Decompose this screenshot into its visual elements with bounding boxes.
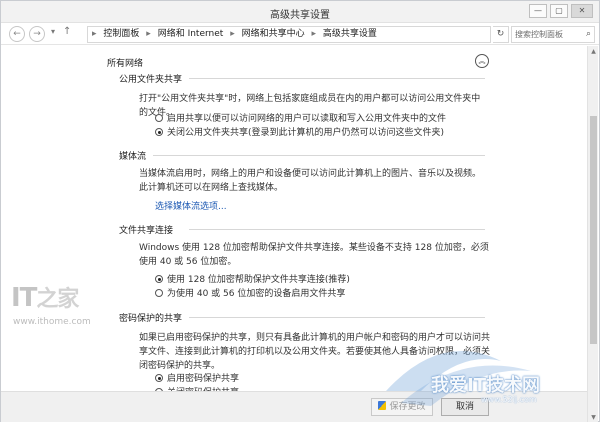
collapse-chevron-icon[interactable]: ︽: [475, 54, 489, 68]
scroll-up-icon[interactable]: ▲: [588, 48, 599, 55]
ithome-logo-home: 之家: [36, 287, 79, 312]
public-folder-off-option[interactable]: 关闭公用文件夹共享(登录到此计算机的用户仍然可以访问这些文件夹): [155, 125, 444, 138]
close-button[interactable]: ✕: [571, 4, 593, 18]
all-networks-heading: 所有网络: [107, 59, 144, 69]
password-heading: 密码保护的共享: [119, 314, 183, 324]
divider: [189, 78, 485, 79]
up-button[interactable]: ↑: [63, 26, 71, 37]
site-name: 我爱IT技术网: [431, 375, 540, 396]
public-folder-heading: 公用文件夹共享: [119, 75, 183, 85]
breadcrumb[interactable]: ▸ 控制面板 ▸ 网络和 Internet ▸ 网络和共享中心 ▸ 高级共享设置: [87, 26, 491, 43]
divider: [153, 155, 485, 156]
breadcrumb-separator: ▸: [146, 29, 151, 39]
divider: [189, 317, 485, 318]
minimize-button[interactable]: —: [529, 4, 547, 18]
radio-button[interactable]: [155, 114, 163, 122]
refresh-button[interactable]: ↻: [493, 26, 509, 43]
divider: [189, 229, 485, 230]
address-bar: ← → ▾ ↑ ▸ 控制面板 ▸ 网络和 Internet ▸ 网络和共享中心 …: [1, 23, 599, 45]
breadcrumb-separator: ▸: [230, 29, 235, 39]
media-heading: 媒体流: [119, 152, 147, 162]
media-options-link[interactable]: 选择媒体流选项...: [155, 199, 227, 212]
search-input[interactable]: 搜索控制面板 ⌕: [511, 26, 595, 43]
encryption-128-option[interactable]: 使用 128 位加密帮助保护文件共享连接(推荐): [155, 272, 350, 285]
public-folder-on-label: 启用共享以便可以访问网络的用户可以读取和写入公用文件夹中的文件: [167, 114, 447, 124]
breadcrumb-item-network-internet[interactable]: 网络和 Internet: [158, 29, 224, 39]
search-placeholder: 搜索控制面板: [515, 30, 563, 39]
breadcrumb-item-advanced-sharing[interactable]: 高级共享设置: [323, 29, 377, 39]
ithome-url: www.ithome.com: [13, 317, 91, 327]
window: 高级共享设置 — ▢ ✕ ← → ▾ ↑ ▸ 控制面板 ▸ 网络和 Intern…: [0, 0, 600, 422]
scrollbar-thumb[interactable]: [590, 116, 597, 344]
maximize-button[interactable]: ▢: [550, 4, 568, 18]
site-url: www.52ij.com: [481, 395, 537, 404]
forward-button[interactable]: →: [29, 26, 45, 42]
ithome-logo-it: IT: [11, 283, 37, 313]
password-on-label: 启用密码保护共享: [167, 374, 240, 384]
radio-button[interactable]: [155, 289, 163, 297]
back-button[interactable]: ←: [9, 26, 25, 42]
file-sharing-heading: 文件共享连接: [119, 226, 174, 236]
breadcrumb-separator: ▸: [92, 29, 97, 39]
password-on-option[interactable]: 启用密码保护共享: [155, 371, 239, 384]
encryption-40-56-label: 为使用 40 或 56 位加密的设备启用文件共享: [167, 289, 346, 299]
public-folder-on-option[interactable]: 启用共享以便可以访问网络的用户可以读取和写入公用文件夹中的文件: [155, 111, 446, 124]
breadcrumb-item-sharing-center[interactable]: 网络和共享中心: [242, 29, 305, 39]
breadcrumb-item-control-panel[interactable]: 控制面板: [103, 29, 139, 39]
media-description: 当媒体流启用时，网络上的用户和设备便可以访问此计算机上的图片、音乐以及视频。此计…: [139, 169, 482, 193]
site-watermark: 我爱IT技术网 www.52ij.com: [381, 331, 591, 422]
breadcrumb-separator: ▸: [311, 29, 317, 39]
radio-button-selected[interactable]: [155, 128, 163, 136]
file-sharing-description: Windows 使用 128 位加密帮助保护文件共享连接。某些设备不支持 128…: [139, 243, 489, 267]
title-bar: 高级共享设置 — ▢ ✕: [1, 1, 599, 23]
recent-pages-dropdown[interactable]: ▾: [51, 27, 55, 36]
search-icon[interactable]: ⌕: [586, 27, 591, 42]
public-folder-off-label: 关闭公用文件夹共享(登录到此计算机的用户仍然可以访问这些文件夹): [167, 128, 445, 138]
radio-button-selected[interactable]: [155, 275, 163, 283]
window-title: 高级共享设置: [270, 10, 330, 21]
encryption-40-56-option[interactable]: 为使用 40 或 56 位加密的设备启用文件共享: [155, 286, 345, 299]
ithome-logo: IT之家: [11, 281, 79, 313]
encryption-128-label: 使用 128 位加密帮助保护文件共享连接(推荐): [167, 275, 350, 285]
radio-button-selected[interactable]: [155, 374, 163, 382]
